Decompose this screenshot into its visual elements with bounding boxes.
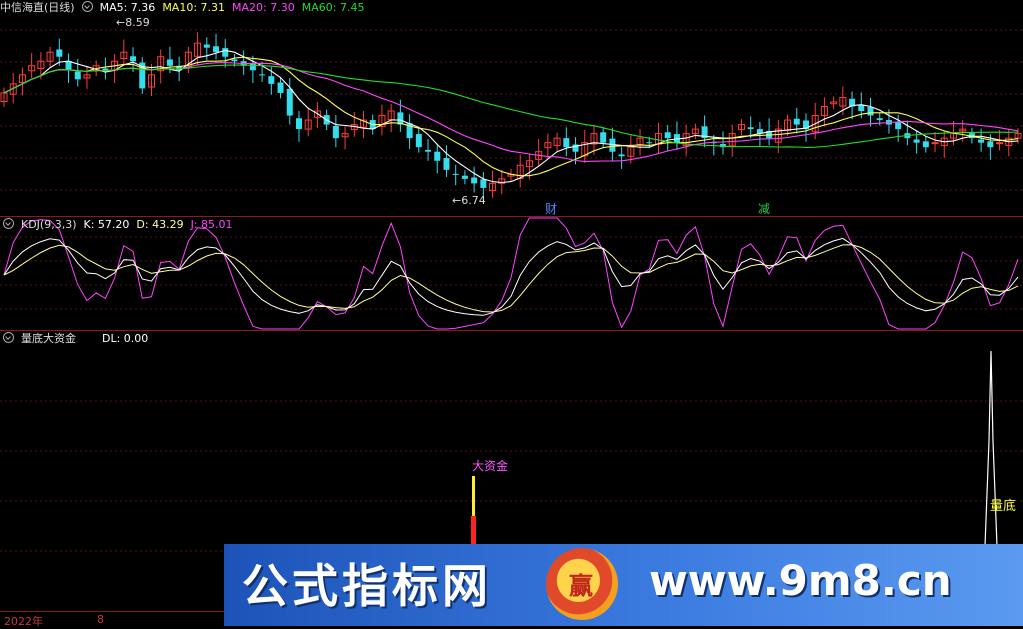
marker-jian[interactable]: 减 [758,200,770,217]
kdj-header: KDJ(9,3,3) K: 57.20 D: 43.29 J: 85.01 [0,217,240,233]
candle-body [166,59,173,66]
candle-body [443,158,450,170]
candle-body [434,151,441,161]
ma60-label: MA60: 7.45 [301,1,365,14]
big-fund-annotation: 大资金 [472,459,509,473]
candle-body [415,134,422,148]
collapse-icon[interactable] [3,332,14,343]
ma20-label: MA20: 7.30 [232,1,295,14]
candle-body [987,141,994,148]
dl-value-label: DL: 0.00 [102,332,149,345]
candle-body [996,142,1004,145]
candle-body [747,127,754,130]
candle-body [268,76,275,84]
candle-body [203,44,210,48]
price-chart [0,29,1023,201]
kdj-k-label: K: 57.20 [83,218,130,231]
watermark-logo-text: 赢 [569,572,593,600]
collapse-icon[interactable] [81,1,93,12]
candle-body [452,173,459,175]
volume-bottom-annotation: 量底 [990,499,1017,514]
candle-body [931,142,939,145]
candle-body [600,132,607,143]
high-price-label: ←8.59 [116,16,150,29]
kdj-j-line [3,217,1019,330]
dl-header: 量底大资金 DL: 0.00 [0,331,155,347]
watermark-banner: 公式指标网 赢 www.9m8.cn [224,544,1023,626]
ma20-line [3,62,1019,162]
x-axis: 2022年 8 [0,611,224,628]
candle-body [876,118,883,121]
price-panel: 中信海直(日线) MA5: 7.36 MA10: 7.31 MA20: 7.30 MA6… [0,0,1023,216]
ma5-line [3,49,1019,184]
candle-body [286,88,293,116]
candle-body [249,63,256,71]
candle-body [563,138,570,148]
candle-body [259,74,266,76]
price-title: 中信海直(日线) [0,1,75,14]
candle-body [922,141,929,148]
kdj-panel: KDJ(9,3,3) K: 57.20 D: 43.29 J: 85.01 [0,217,1023,330]
candle-body [480,179,487,188]
candle-body [231,59,238,62]
marker-cai[interactable]: 财 [545,200,557,217]
candle-body [213,46,220,53]
candle-body [130,56,137,62]
candle-body [74,71,81,80]
ma60-line [3,64,1019,148]
candle-body [618,154,625,157]
price-header: 中信海直(日线) MA5: 7.36 MA10: 7.31 MA20: 7.30 MA6… [0,0,371,16]
collapse-icon[interactable] [3,218,14,229]
x-axis-month: 8 [97,613,104,626]
ma10-label: MA10: 7.31 [162,1,226,14]
candle-body [332,125,339,139]
candle-body [793,118,800,125]
candle-body [978,139,985,143]
candle-body [425,149,432,152]
dl-title: 量底大资金 [21,332,76,345]
big-fund-bar-bottom [471,516,476,546]
candle-body [277,82,284,93]
candle-body [222,48,229,57]
x-axis-year: 2022年 [4,615,43,628]
candle-body [858,105,865,111]
candle-body [295,118,302,130]
candle-body [461,175,468,179]
candle-body [913,139,920,143]
candle-body [895,121,902,130]
big-fund-bar-top [472,476,475,516]
kdj-j-label: J: 85.01 [190,218,233,231]
watermark-text: 公式指标网 [242,559,492,613]
candle-body [867,106,874,116]
kdj-d-label: D: 43.29 [136,218,184,231]
low-price-label: ←6.74 [452,194,486,207]
candle-body [664,132,671,139]
candle-body [646,142,653,144]
watermark-url: www.9m8.cn [649,556,952,605]
candle-body [471,177,478,184]
kdj-title: KDJ(9,3,3) [21,218,77,231]
volume-bottom-spike [984,350,998,547]
candle-body [56,49,63,57]
kdj-chart [0,217,1023,330]
ma5-label: MA5: 7.36 [99,1,156,14]
